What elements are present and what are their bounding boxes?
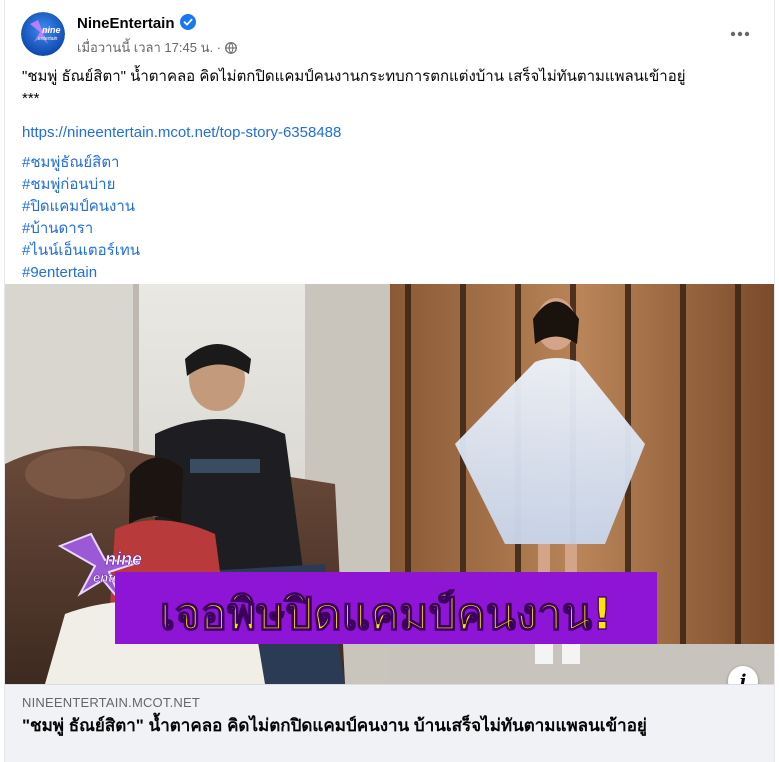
hashtag-link[interactable]: #9entertain (22, 262, 758, 284)
hashtag-link[interactable]: #ชมพู่ธัณย์สิตา (22, 152, 758, 174)
post-url-link[interactable]: https://nineentertain.mcot.net/top-story… (22, 122, 758, 144)
post-meta: เมื่อวานนี้ เวลา 17:45 น. · (77, 37, 237, 58)
page-avatar[interactable]: nine entertain (21, 12, 65, 56)
overlay-logo-text: nine (105, 549, 142, 569)
verified-badge-icon (179, 14, 196, 34)
link-preview-domain: NINEENTERTAIN.MCOT.NET (22, 695, 200, 710)
avatar-logo-text: nine (42, 25, 61, 35)
page-name-label[interactable]: NineEntertain (77, 15, 175, 32)
info-icon: i (739, 670, 747, 685)
hashtag-list: #ชมพู่ธัณย์สิตา #ชมพู่ก่อนบ่าย #ปิดแคมป์… (22, 152, 758, 284)
post-header: nine entertain NineEntertain เมื่อวานนี้… (5, 0, 774, 62)
hashtag-link[interactable]: #บ้านดารา (22, 218, 758, 240)
banner-headline-text: เจอพิษปิดแคมป์คนงาน! (160, 589, 612, 640)
link-preview-title[interactable]: "ชมพู่ ธัณย์สิตา" น้ำตาคลอ คิดไม่ตกปิดแค… (22, 715, 758, 737)
post-text-asterisks: *** (22, 90, 40, 107)
more-options-button[interactable] (722, 16, 758, 52)
nine-entertain-logo-icon: nine entertain (21, 12, 65, 56)
more-options-icon (730, 31, 750, 37)
avatar-logo-subtext: entertain (38, 36, 58, 42)
post-image[interactable]: nine entertain เจอพิษปิดแคมป์คนงาน! i (5, 284, 774, 684)
post-message: "ชมพู่ ธัณย์สิตา" น้ำตาคลอ คิดไม่ตกปิดแค… (5, 62, 774, 284)
post-photo: nine entertain เจอพิษปิดแคมป์คนงาน! (5, 284, 774, 684)
hashtag-link[interactable]: #ชมพู่ก่อนบ่าย (22, 174, 758, 196)
post-timestamp[interactable]: เมื่อวานนี้ เวลา 17:45 น. · (77, 40, 221, 55)
globe-icon (225, 42, 237, 57)
hashtag-link[interactable]: #ปิดแคมป์คนงาน (22, 196, 758, 218)
page-name[interactable]: NineEntertain (77, 14, 196, 34)
post-text-line: "ชมพู่ ธัณย์สิตา" น้ำตาคลอ คิดไม่ตกปิดแค… (22, 68, 686, 85)
hashtag-link[interactable]: #ไนน์เอ็นเตอร์เทน (22, 240, 758, 262)
post-card: nine entertain NineEntertain เมื่อวานนี้… (4, 0, 775, 762)
link-preview[interactable]: NINEENTERTAIN.MCOT.NET "ชมพู่ ธัณย์สิตา"… (5, 684, 774, 762)
